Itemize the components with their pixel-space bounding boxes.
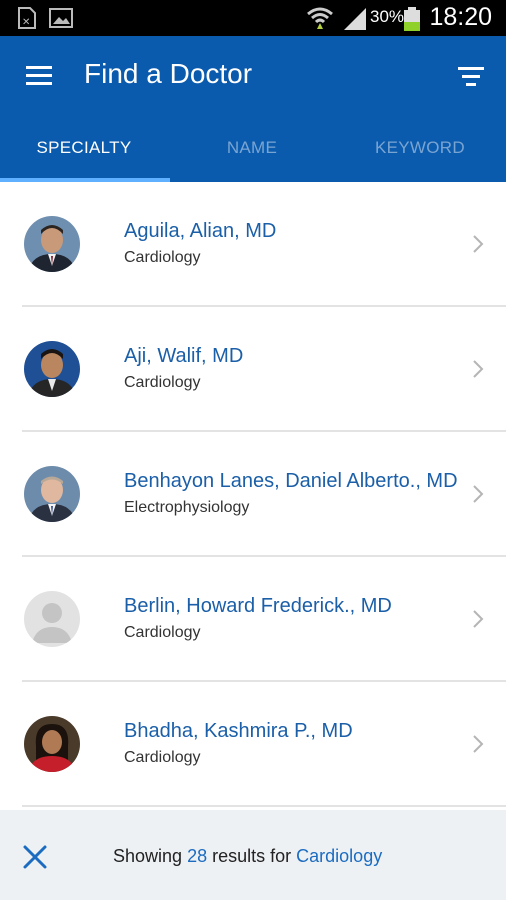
chevron-right-icon — [473, 485, 484, 503]
results-prefix: Showing — [113, 846, 183, 866]
chevron-right-icon — [473, 235, 484, 253]
results-specialty: Cardiology — [296, 846, 383, 866]
doctor-row[interactable]: Aji, Walif, MD Cardiology — [0, 307, 506, 432]
doctor-name: Benhayon Lanes, Daniel Alberto., MD — [124, 470, 458, 492]
page-title: Find a Doctor — [84, 58, 253, 89]
results-count: 28 — [187, 846, 208, 866]
chevron-right-icon — [473, 360, 484, 378]
doctor-list: Aguila, Alian, MD Cardiology Aji, Walif,… — [0, 182, 506, 810]
doctor-row[interactable]: Benhayon Lanes, Daniel Alberto., MD Elec… — [0, 432, 506, 557]
results-footer: Showing 28 results for Cardiology — [0, 810, 506, 900]
doctor-specialty: Cardiology — [124, 374, 201, 391]
signal-icon — [344, 8, 366, 30]
avatar-placeholder-icon — [24, 591, 80, 647]
wifi-icon — [307, 7, 333, 29]
doctor-avatar — [24, 716, 80, 772]
menu-icon[interactable] — [24, 64, 56, 88]
doctor-name: Aguila, Alian, MD — [124, 220, 277, 242]
results-middle: results for — [212, 846, 292, 866]
doctor-avatar — [24, 216, 80, 272]
close-icon[interactable] — [20, 842, 50, 872]
results-summary: Showing 28 results for Cardiology — [113, 846, 382, 867]
tab-specialty[interactable]: SPECIALTY — [0, 128, 168, 182]
tab-bar: SPECIALTY NAME KEYWORD — [0, 128, 506, 182]
gallery-icon — [49, 8, 73, 28]
doctor-specialty: Cardiology — [124, 249, 201, 266]
status-bar: ✕ 30% 18:20 — [0, 0, 506, 36]
divider — [22, 805, 506, 807]
svg-text:✕: ✕ — [22, 17, 30, 28]
chevron-right-icon — [473, 610, 484, 628]
filter-icon[interactable] — [456, 64, 488, 90]
tab-name[interactable]: NAME — [168, 128, 336, 182]
doctor-row[interactable]: Bhadha, Kashmira P., MD Cardiology — [0, 682, 506, 807]
doctor-name: Berlin, Howard Frederick., MD — [124, 595, 392, 617]
app-bar: Find a Doctor SPECIALTY NAME KEYWORD — [0, 36, 506, 182]
doctor-specialty: Cardiology — [124, 749, 201, 766]
tab-keyword[interactable]: KEYWORD — [336, 128, 504, 182]
clock: 18:20 — [429, 3, 492, 31]
doctor-name: Bhadha, Kashmira P., MD — [124, 720, 353, 742]
doctor-row[interactable]: Berlin, Howard Frederick., MD Cardiology — [0, 557, 506, 682]
doctor-row[interactable]: Aguila, Alian, MD Cardiology — [0, 182, 506, 307]
doctor-avatar — [24, 341, 80, 397]
doctor-name: Aji, Walif, MD — [124, 345, 244, 367]
chevron-right-icon — [473, 735, 484, 753]
battery-icon — [404, 7, 420, 31]
battery-percent: 30% — [370, 7, 405, 26]
doctor-specialty: Electrophysiology — [124, 499, 250, 516]
doctor-specialty: Cardiology — [124, 624, 201, 641]
sim-card-icon: ✕ — [18, 7, 36, 29]
doctor-avatar — [24, 466, 80, 522]
